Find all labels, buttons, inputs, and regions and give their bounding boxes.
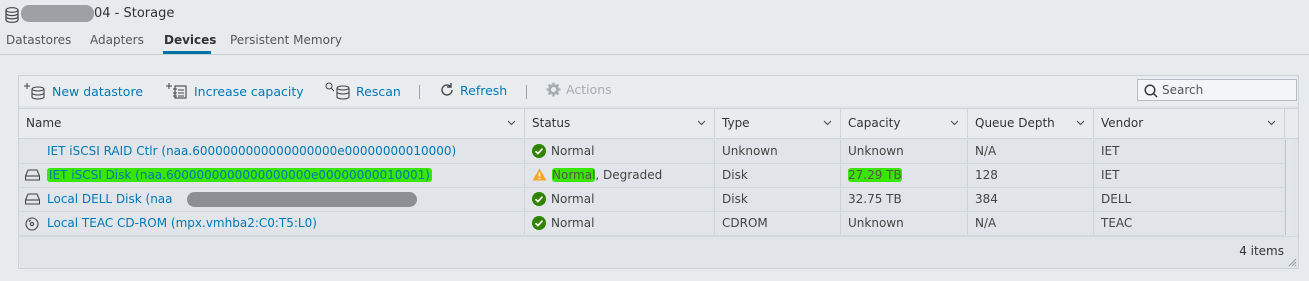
- actions-button[interactable]: Actions: [546, 82, 612, 97]
- tab-datastores[interactable]: Datastores: [6, 33, 71, 47]
- column-header-label: Name: [26, 116, 62, 130]
- column-header-queue-depth[interactable]: Queue Depth: [968, 109, 1094, 138]
- ok-check-icon: [532, 191, 546, 206]
- status-text: Normal: [551, 216, 595, 230]
- cell-vendor: IET: [1101, 168, 1120, 182]
- gear-icon: [546, 82, 561, 97]
- chevron-down-icon[interactable]: [1076, 120, 1085, 126]
- status-text: Normal: [551, 192, 595, 206]
- cell-type: Disk: [715, 188, 841, 211]
- tab-persistent-memory[interactable]: Persistent Memory: [230, 33, 342, 47]
- toolbar-separator: [419, 85, 420, 99]
- toolbar-separator: [526, 85, 527, 99]
- increase-capacity-label: Increase capacity: [194, 83, 304, 99]
- cell-status: Normal: [525, 140, 715, 163]
- tab-adapters[interactable]: Adapters: [90, 33, 144, 47]
- cell-queue-depth: 128: [968, 164, 1094, 187]
- cell-vendor: IET: [1101, 144, 1120, 158]
- ok-check-icon: [532, 215, 546, 230]
- increase-capacity-button[interactable]: Increase capacity: [165, 82, 304, 100]
- redacted-device-id: [187, 192, 417, 207]
- cell-vendor: DELL: [1101, 192, 1132, 206]
- tab-devices[interactable]: Devices: [164, 33, 216, 47]
- column-header-label: Type: [722, 116, 750, 130]
- table-row[interactable]: IET iSCSI Disk (naa.6000000000000000000e…: [19, 164, 1285, 188]
- rescan-icon: [325, 82, 350, 100]
- capacity-text: 27.29 TB: [848, 168, 902, 182]
- cell-name: Local TEAC CD-ROM (mpx.vmhba2:C0:T5:L0): [19, 212, 525, 235]
- new-datastore-icon: [24, 83, 45, 100]
- chevron-down-icon[interactable]: [950, 120, 959, 126]
- host-header: 04 - Storage: [0, 0, 1309, 28]
- column-header-status[interactable]: Status: [525, 109, 715, 138]
- cell-status: Normal, Degraded: [525, 164, 715, 187]
- page-title: 04 - Storage: [94, 6, 175, 21]
- device-name-link[interactable]: Local TEAC CD-ROM (mpx.vmhba2:C0:T5:L0): [47, 216, 317, 230]
- column-header-name[interactable]: Name: [19, 109, 525, 138]
- vertical-scrollbar[interactable]: [1285, 140, 1292, 235]
- table-row[interactable]: IET iSCSI RAID Ctlr (naa.600000000000000…: [19, 140, 1285, 164]
- column-header-label: Capacity: [848, 116, 901, 130]
- database-icon: [5, 7, 19, 23]
- cell-capacity: 27.29 TB: [841, 164, 968, 187]
- increase-capacity-icon: [166, 83, 187, 99]
- cell-capacity: Unknown: [841, 140, 968, 163]
- tabs-divider: [0, 54, 1309, 55]
- cell-name: IET iSCSI Disk (naa.6000000000000000000e…: [19, 164, 525, 187]
- footer-divider: [19, 236, 1298, 237]
- redacted-hostname: [21, 5, 94, 22]
- rescan-label: Rescan: [356, 83, 401, 99]
- table-row[interactable]: Local TEAC CD-ROM (mpx.vmhba2:C0:T5:L0) …: [19, 212, 1285, 236]
- new-datastore-button[interactable]: New datastore: [23, 82, 143, 100]
- device-name-link[interactable]: IET iSCSI Disk (naa.6000000000000000000e…: [47, 168, 432, 182]
- refresh-icon: [441, 83, 453, 96]
- status-text: Normal: [551, 144, 595, 158]
- cell-vendor: TEAC: [1101, 216, 1133, 230]
- ok-check-icon: [532, 143, 546, 158]
- rescan-button[interactable]: Rescan: [325, 82, 401, 100]
- toolbar: New datastore Increase capacity Rescan R…: [19, 76, 1298, 106]
- search-input[interactable]: [1162, 82, 1290, 98]
- device-name-link[interactable]: Local DELL Disk (naa: [47, 192, 173, 206]
- refresh-label: Refresh: [460, 82, 508, 98]
- device-name-link[interactable]: IET iSCSI RAID Ctlr (naa.600000000000000…: [47, 144, 456, 158]
- column-header-vendor[interactable]: Vendor: [1094, 109, 1285, 138]
- cell-type: CDROM: [715, 212, 841, 235]
- search-box[interactable]: [1137, 79, 1297, 101]
- column-header-type[interactable]: Type: [715, 109, 841, 138]
- new-datastore-label: New datastore: [52, 83, 144, 99]
- resize-grip-icon[interactable]: [1288, 258, 1297, 267]
- cell-status: Normal: [525, 188, 715, 211]
- table-row[interactable]: Local DELL Disk (naa Normal Disk 32.75 T…: [19, 188, 1285, 212]
- cell-queue-depth: 384: [968, 188, 1094, 211]
- grid-header: Name Status Type Capacity Queue Depth Ve…: [19, 108, 1298, 139]
- column-header-capacity[interactable]: Capacity: [841, 109, 968, 138]
- column-header-label: Queue Depth: [975, 116, 1055, 130]
- cell-status: Normal: [525, 212, 715, 235]
- actions-label: Actions: [566, 82, 612, 97]
- warning-icon: [532, 168, 547, 181]
- cell-queue-depth: N/A: [968, 140, 1094, 163]
- search-icon: [1144, 84, 1158, 98]
- column-header-label: Status: [532, 116, 571, 130]
- cell-capacity: Unknown: [841, 212, 968, 235]
- cell-queue-depth: N/A: [968, 212, 1094, 235]
- devices-panel: New datastore Increase capacity Rescan R…: [18, 75, 1299, 269]
- cell-type: Disk: [715, 164, 841, 187]
- refresh-button[interactable]: Refresh: [439, 82, 507, 98]
- chevron-down-icon[interactable]: [823, 120, 832, 126]
- status-extra: , Degraded: [595, 168, 663, 182]
- status-text: Normal: [552, 168, 596, 182]
- chevron-down-icon[interactable]: [697, 120, 706, 126]
- chevron-down-icon[interactable]: [507, 120, 516, 126]
- cell-type: Unknown: [715, 140, 841, 163]
- chevron-down-icon[interactable]: [1267, 120, 1276, 126]
- cell-capacity: 32.75 TB: [841, 188, 968, 211]
- cell-name: IET iSCSI RAID Ctlr (naa.600000000000000…: [19, 140, 525, 163]
- items-count: 4 items: [1239, 244, 1284, 258]
- column-header-label: Vendor: [1101, 116, 1144, 130]
